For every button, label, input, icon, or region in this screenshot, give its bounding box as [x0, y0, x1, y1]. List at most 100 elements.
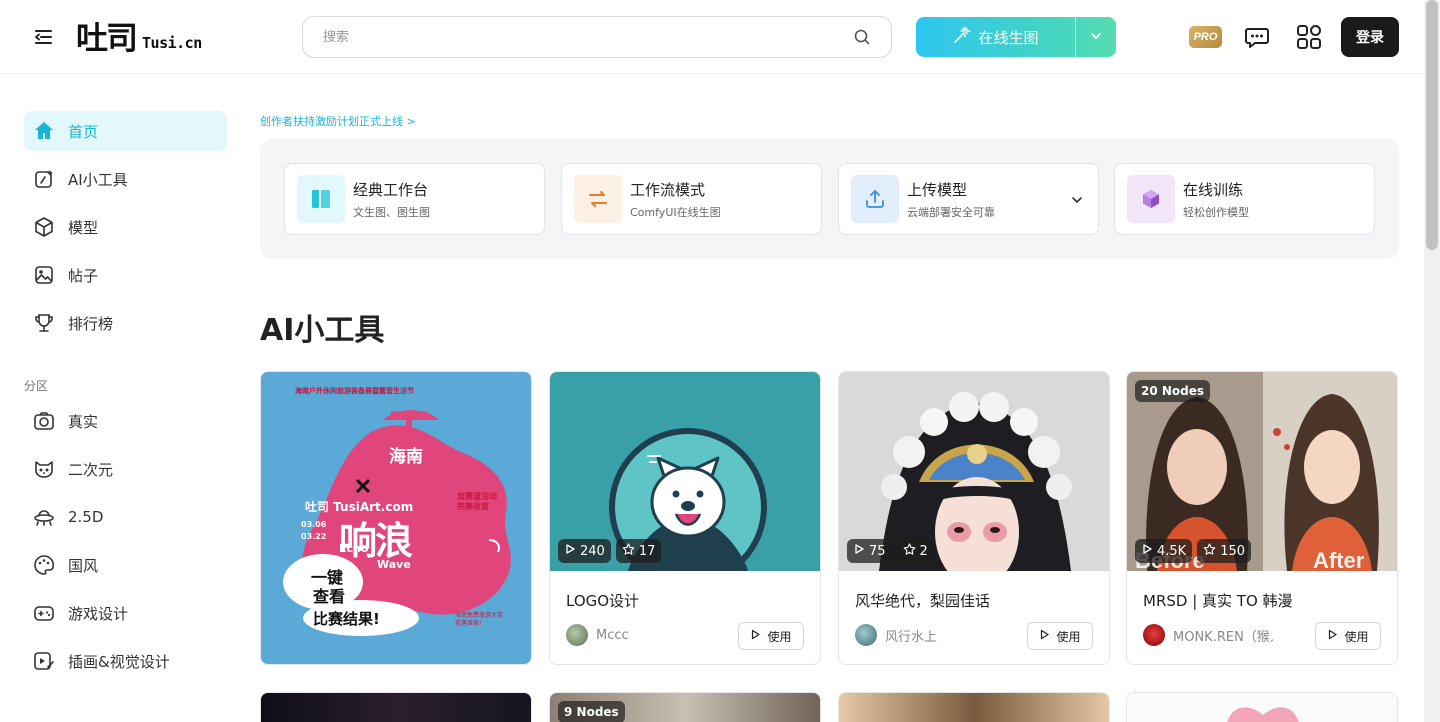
apps-grid-icon[interactable]	[1296, 24, 1322, 50]
use-button[interactable]: 使用	[1027, 622, 1093, 650]
creator-incentive-link[interactable]: 创作者扶持激励计划正式上线 >	[260, 113, 416, 129]
online-generate-button[interactable]: 在线生图	[916, 17, 1075, 57]
cat-face-icon	[32, 457, 56, 481]
poster-result-line3: 比赛结果!	[313, 610, 380, 628]
poster-bottom-text: 海南免费旅游大奖 花落谁家!	[455, 612, 504, 627]
sidebar-item-label: 二次元	[68, 460, 114, 479]
poster-hainan: 海南	[389, 447, 423, 467]
tool-card-title[interactable]: LOGO设计	[566, 590, 639, 611]
collapse-menu-icon[interactable]	[32, 26, 54, 48]
logo-mark: 吐司	[76, 19, 138, 57]
event-poster-card[interactable]: 海南户外休闲旅游装备展暨露营生活节 吐司 TusiArt.com 海南 03.0…	[260, 371, 532, 665]
quick-action-workbench[interactable]: 经典工作台 文生图、图生图	[284, 163, 545, 235]
sidebar-item-home[interactable]: 首页	[24, 111, 227, 151]
chevron-down-icon	[1089, 28, 1103, 47]
star-count-value: 2	[919, 543, 928, 559]
tool-card[interactable]: Before After 20 Nodes 4.5K 150 MRSD | 真实…	[1126, 371, 1398, 665]
quick-action-title: 工作流模式	[630, 180, 706, 199]
quick-action-subtitle: 轻松创作模型	[1183, 205, 1249, 219]
site-logo[interactable]: 吐司 Tusi.cn	[76, 20, 202, 54]
play-icon	[853, 543, 865, 559]
author-name: Mccc	[596, 627, 629, 643]
play-count: 4.5K	[1135, 539, 1193, 563]
play-icon	[564, 543, 576, 559]
search-icon[interactable]	[853, 28, 871, 46]
poster-date-start: 03.06	[301, 520, 327, 529]
sidebar-item-2-5d[interactable]: 2.5D	[24, 497, 227, 537]
poster-wave: Wave	[377, 558, 411, 571]
upload-icon	[851, 175, 899, 223]
quick-action-workflow[interactable]: 工作流模式 ComfyUI在线生图	[561, 163, 822, 235]
illustration-icon	[32, 649, 56, 673]
tool-card[interactable]	[260, 692, 532, 722]
play-icon	[750, 629, 761, 643]
workflow-icon	[574, 175, 622, 223]
page-scrollbar[interactable]	[1424, 0, 1440, 722]
sidebar-item-leaderboard[interactable]: 排行榜	[24, 303, 227, 343]
scrollbar-thumb[interactable]	[1426, 0, 1438, 250]
login-button[interactable]: 登录	[1341, 17, 1399, 57]
svg-text:After: After	[1313, 548, 1365, 571]
search-box	[302, 16, 892, 58]
top-header: 吐司 Tusi.cn 在线生图 PRO 登录	[0, 0, 1424, 74]
sidebar-item-game-design[interactable]: 游戏设计	[24, 593, 227, 633]
play-icon	[1327, 629, 1338, 643]
poster-top-text: 海南户外休闲旅游装备展暨露营生活节	[295, 387, 414, 395]
tool-card[interactable]: 240 17 LOGO设计 Mccc 使用	[549, 371, 821, 665]
train-cube-icon	[1127, 175, 1175, 223]
sidebar-item-posts[interactable]: 帖子	[24, 255, 227, 295]
sidebar-item-ai-tools[interactable]: AI小工具	[24, 159, 227, 199]
trophy-icon	[32, 311, 56, 335]
poster-result-line2: 查看	[313, 587, 346, 606]
sidebar: 首页 AI小工具 模型 帖子 排行榜 分区 真实 二次元 2.5D 国风 游戏设…	[0, 75, 244, 722]
sidebar-item-anime[interactable]: 二次元	[24, 449, 227, 489]
quick-action-online-training[interactable]: 在线训练 轻松创作模型	[1114, 163, 1375, 235]
tool-card[interactable]	[1126, 692, 1398, 722]
quick-action-title: 在线训练	[1183, 180, 1244, 199]
play-count: 240	[558, 539, 611, 563]
tool-card-image	[261, 693, 531, 722]
quick-actions-panel: 经典工作台 文生图、图生图 工作流模式 ComfyUI在线生图 上传模型 云端部…	[260, 139, 1399, 259]
tool-card[interactable]: 9 Nodes	[549, 692, 821, 722]
play-icon	[1039, 629, 1050, 643]
tool-card-author[interactable]: Mccc	[566, 624, 629, 646]
tool-card-image	[1127, 693, 1397, 722]
tool-card[interactable]: 75 2 风华绝代，梨园佳话 风行水上 使用	[838, 371, 1110, 665]
quick-action-title: 上传模型	[907, 180, 968, 199]
pro-badge[interactable]: PRO	[1189, 26, 1222, 48]
tool-card-title[interactable]: MRSD | 真实 TO 韩漫	[1143, 590, 1293, 611]
quick-action-subtitle: 文生图、图生图	[353, 205, 430, 219]
poster-side-text: 双赛道活动 完美收官	[457, 492, 497, 511]
nodes-badge: 20 Nodes	[1135, 380, 1211, 402]
avatar	[1143, 624, 1165, 646]
tool-card[interactable]	[838, 692, 1110, 722]
star-icon	[903, 542, 916, 560]
quick-action-upload-model[interactable]: 上传模型 云端部署安全可靠	[838, 163, 1099, 235]
ufo-icon	[32, 505, 56, 529]
use-button[interactable]: 使用	[738, 622, 804, 650]
sidebar-item-label: 排行榜	[68, 314, 114, 333]
tool-card-author[interactable]: 风行水上	[855, 624, 937, 646]
sidebar-item-models[interactable]: 模型	[24, 207, 227, 247]
message-icon[interactable]	[1243, 23, 1271, 51]
use-button-label: 使用	[1344, 629, 1369, 644]
tool-card-author[interactable]: MONK.REN（猴人	[1143, 624, 1273, 646]
image-icon	[32, 263, 56, 287]
sidebar-item-illustration[interactable]: 插画&视觉设计	[24, 641, 227, 681]
chevron-down-icon[interactable]	[1070, 192, 1084, 206]
use-button-label: 使用	[767, 629, 792, 644]
online-generate-button-group: 在线生图	[916, 17, 1116, 57]
sidebar-item-guofeng[interactable]: 国风	[24, 545, 227, 585]
sidebar-item-realistic[interactable]: 真实	[24, 401, 227, 441]
use-button[interactable]: 使用	[1315, 622, 1381, 650]
play-count-value: 240	[580, 543, 605, 559]
play-count-value: 4.5K	[1157, 543, 1187, 559]
tool-card-stats: 240 17	[558, 539, 662, 563]
tool-card-title[interactable]: 风华绝代，梨园佳话	[855, 590, 990, 611]
search-input[interactable]	[323, 29, 853, 45]
sidebar-item-label: 真实	[68, 412, 99, 431]
tool-card-stats: 4.5K 150	[1135, 539, 1252, 563]
generate-dropdown-button[interactable]	[1075, 17, 1116, 57]
palette-icon	[32, 553, 56, 577]
star-count: 2	[896, 539, 934, 563]
